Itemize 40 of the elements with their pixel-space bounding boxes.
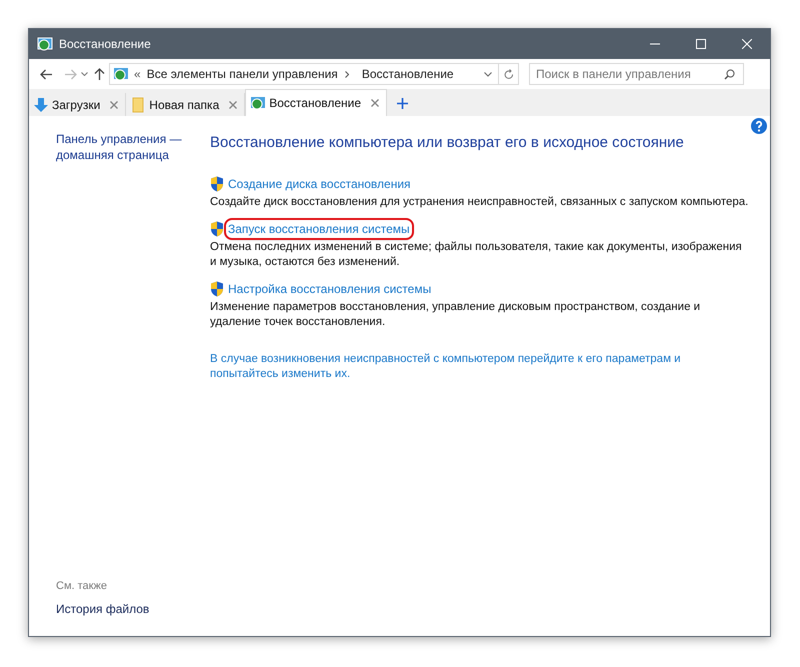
up-arrow-icon[interactable] (94, 68, 105, 80)
shield-icon (210, 280, 224, 296)
search-icon (724, 68, 735, 80)
shield-icon (210, 176, 224, 192)
help-icon[interactable] (751, 118, 767, 134)
close-tab-icon[interactable] (229, 100, 238, 108)
tab[interactable]: Восстановление (245, 89, 388, 116)
dropdown-icon[interactable] (484, 72, 492, 76)
close-icon[interactable] (742, 39, 752, 49)
new-tab-icon[interactable] (397, 98, 408, 109)
overflow-chevron[interactable]: « (134, 65, 141, 83)
close-tab-icon[interactable] (110, 100, 118, 108)
address-bar[interactable]: « Все элементы панели управления Восстановление (109, 63, 519, 85)
recovery-icon (37, 36, 53, 52)
task-link[interactable]: Создание диска восстановления (226, 174, 413, 192)
shield-icon (210, 220, 224, 236)
file-history-link[interactable]: История файлов (56, 600, 210, 618)
window-title: Восстановление (59, 36, 151, 53)
dropdown-icon[interactable] (81, 72, 88, 76)
download-icon (33, 96, 49, 112)
task-link[interactable]: Запуск восстановления системы (226, 220, 412, 238)
page-heading: Восстановление компьютера или возврат его в исходное состояние (210, 133, 685, 153)
chevron-icon[interactable] (344, 70, 349, 78)
task-description: Создайте диск восстановления для устранения неисправностей, связанных с запуском компьютера. (210, 194, 750, 210)
back-icon[interactable] (40, 68, 53, 80)
breadcrumb[interactable]: Все элементы панели управления (146, 65, 338, 83)
close-tab-icon[interactable] (371, 99, 380, 107)
task-link[interactable]: Настройка восстановления системы (226, 280, 434, 298)
search-field[interactable]: Поиск в панели управления (529, 63, 744, 85)
recovery-icon (250, 95, 266, 111)
maximize-icon[interactable] (696, 39, 706, 49)
home-link[interactable]: Панель управления — домашняя страница (56, 131, 196, 163)
settings-link[interactable]: В случае возникновения неисправностей с компьютером перейдите к его параметрам и попытайтесь изменить их. (210, 352, 750, 382)
see-also-heading: См. также (56, 578, 108, 594)
folder-icon (130, 96, 146, 112)
task-description: Изменение параметров восстановления, управление дисковым пространством, создание и удаление точек восстановления. (210, 300, 702, 330)
refresh-icon[interactable] (504, 68, 514, 80)
breadcrumb[interactable]: Восстановление (362, 65, 454, 83)
task-description: Отмена последних изменений в системе; файлы пользователя, такие как документы, изображения и музыка, остаются без изменений. (210, 240, 743, 270)
recovery-icon (113, 66, 129, 82)
